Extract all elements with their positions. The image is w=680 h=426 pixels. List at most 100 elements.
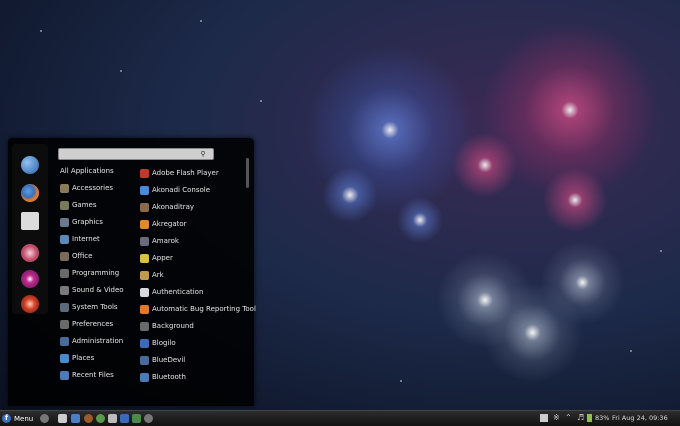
files-launcher-icon[interactable] bbox=[58, 414, 67, 423]
system-tools-icon bbox=[60, 302, 69, 312]
app-label: Background bbox=[152, 322, 194, 330]
system-launcher-icon[interactable] bbox=[84, 414, 93, 423]
app-label: Amarok bbox=[152, 237, 179, 245]
spreadsheet-launcher-icon[interactable] bbox=[132, 414, 141, 423]
bluetooth-tray-icon[interactable]: ※ bbox=[553, 414, 561, 422]
app-label: Akonadi Console bbox=[152, 186, 211, 194]
firework-white-3 bbox=[535, 235, 630, 330]
document-launcher-icon[interactable] bbox=[108, 414, 117, 423]
category-item[interactable]: Internet bbox=[60, 232, 136, 246]
graphics-icon bbox=[60, 217, 69, 227]
app-item[interactable]: Apper bbox=[140, 251, 250, 265]
star bbox=[260, 100, 262, 102]
app-item[interactable]: Akonaditray bbox=[140, 200, 250, 214]
search-input[interactable] bbox=[58, 148, 214, 160]
star bbox=[200, 20, 202, 22]
volume-icon[interactable]: ♬ bbox=[577, 414, 585, 422]
clock[interactable]: Fri Aug 24, 09:36 bbox=[612, 412, 668, 425]
app-item[interactable]: Akonadi Console bbox=[140, 183, 250, 197]
globe-icon[interactable] bbox=[21, 156, 39, 174]
firework-pink-small-2 bbox=[540, 165, 610, 235]
app-item[interactable]: Blogilo bbox=[140, 336, 250, 350]
category-item[interactable]: Recent Files bbox=[60, 368, 136, 382]
category-label: Places bbox=[72, 354, 95, 362]
administration-icon bbox=[60, 336, 69, 346]
star bbox=[40, 30, 42, 32]
bluetooth-icon bbox=[140, 372, 149, 382]
app-item[interactable]: BlueDevil bbox=[140, 353, 250, 367]
app-label: BlueDevil bbox=[152, 356, 186, 364]
menu-button-label: Menu bbox=[14, 414, 34, 423]
category-item[interactable]: Places bbox=[60, 351, 136, 365]
category-item[interactable]: Games bbox=[60, 198, 136, 212]
bug-report-icon bbox=[140, 304, 149, 314]
power-icon[interactable] bbox=[21, 295, 39, 313]
category-label: Internet bbox=[72, 235, 100, 243]
akonadi-icon bbox=[140, 185, 149, 195]
category-label: Graphics bbox=[72, 218, 103, 226]
flash-icon bbox=[140, 168, 149, 178]
app-launcher-icon[interactable] bbox=[144, 414, 153, 423]
category-item[interactable]: Graphics bbox=[60, 215, 136, 229]
firework-blue-small bbox=[320, 165, 380, 225]
app-item[interactable]: Automatic Bug Reporting Tool bbox=[140, 302, 256, 316]
favorites-bar bbox=[12, 144, 48, 314]
category-item[interactable]: Accessories bbox=[60, 181, 136, 195]
category-item[interactable]: Administration bbox=[60, 334, 136, 348]
apper-icon bbox=[140, 253, 149, 263]
app-item[interactable]: Adobe Flash Player bbox=[140, 166, 250, 180]
firefox-icon[interactable] bbox=[21, 184, 39, 202]
terminal-launcher-icon[interactable] bbox=[71, 414, 80, 423]
star bbox=[120, 70, 122, 72]
app-label: Akonaditray bbox=[152, 203, 195, 211]
clipboard-icon[interactable] bbox=[540, 414, 548, 422]
category-label: Sound & Video bbox=[72, 286, 124, 294]
taskbar: f Menu ※ ⌃ ♬ 83% Fri Aug 24, 09:36 bbox=[0, 410, 680, 426]
app-item[interactable]: Ark bbox=[140, 268, 250, 282]
app-label: Automatic Bug Reporting Tool bbox=[152, 305, 256, 313]
accessories-icon bbox=[60, 183, 69, 193]
word-launcher-icon[interactable] bbox=[120, 414, 129, 423]
settings-launcher-icon[interactable] bbox=[96, 414, 105, 423]
show-desktop-icon[interactable] bbox=[40, 414, 49, 423]
app-item[interactable]: Bluetooth bbox=[140, 370, 250, 384]
category-item[interactable]: Programming bbox=[60, 266, 136, 280]
category-item[interactable]: System Tools bbox=[60, 300, 136, 314]
app-label: Ark bbox=[152, 271, 164, 279]
app-item[interactable]: Akregator bbox=[140, 217, 250, 231]
category-label: Games bbox=[72, 201, 97, 209]
app-item[interactable]: Authentication bbox=[140, 285, 250, 299]
logout-icon[interactable] bbox=[21, 270, 39, 288]
blogilo-icon bbox=[140, 338, 149, 348]
category-item[interactable]: Sound & Video bbox=[60, 283, 136, 297]
app-item[interactable]: Background bbox=[140, 319, 250, 333]
battery-icon[interactable] bbox=[587, 414, 592, 422]
app-label: Bluetooth bbox=[152, 373, 186, 381]
amarok-icon bbox=[140, 236, 149, 246]
search-icon[interactable]: ⚲ bbox=[198, 149, 208, 159]
app-label: Blogilo bbox=[152, 339, 176, 347]
recent-files-icon bbox=[60, 370, 69, 380]
category-label: Recent Files bbox=[72, 371, 114, 379]
category-all-applications[interactable]: All Applications bbox=[60, 164, 136, 178]
category-item[interactable]: Preferences bbox=[60, 317, 136, 331]
files-icon[interactable] bbox=[21, 212, 39, 230]
games-icon bbox=[60, 200, 69, 210]
category-label: Preferences bbox=[72, 320, 114, 328]
firework-blue-small-2 bbox=[395, 195, 445, 245]
office-icon bbox=[60, 251, 69, 261]
authentication-icon bbox=[140, 287, 149, 297]
fedora-icon: f bbox=[2, 414, 11, 423]
app-label: Authentication bbox=[152, 288, 204, 296]
wifi-icon[interactable]: ⌃ bbox=[565, 414, 573, 422]
star bbox=[630, 350, 632, 352]
ark-icon bbox=[140, 270, 149, 280]
app-label: Adobe Flash Player bbox=[152, 169, 219, 177]
category-label: Administration bbox=[72, 337, 124, 345]
user-icon[interactable] bbox=[21, 244, 39, 262]
menu-button[interactable]: f Menu bbox=[2, 412, 33, 425]
star bbox=[400, 380, 402, 382]
category-item[interactable]: Office bbox=[60, 249, 136, 263]
places-icon bbox=[60, 353, 69, 363]
app-item[interactable]: Amarok bbox=[140, 234, 250, 248]
